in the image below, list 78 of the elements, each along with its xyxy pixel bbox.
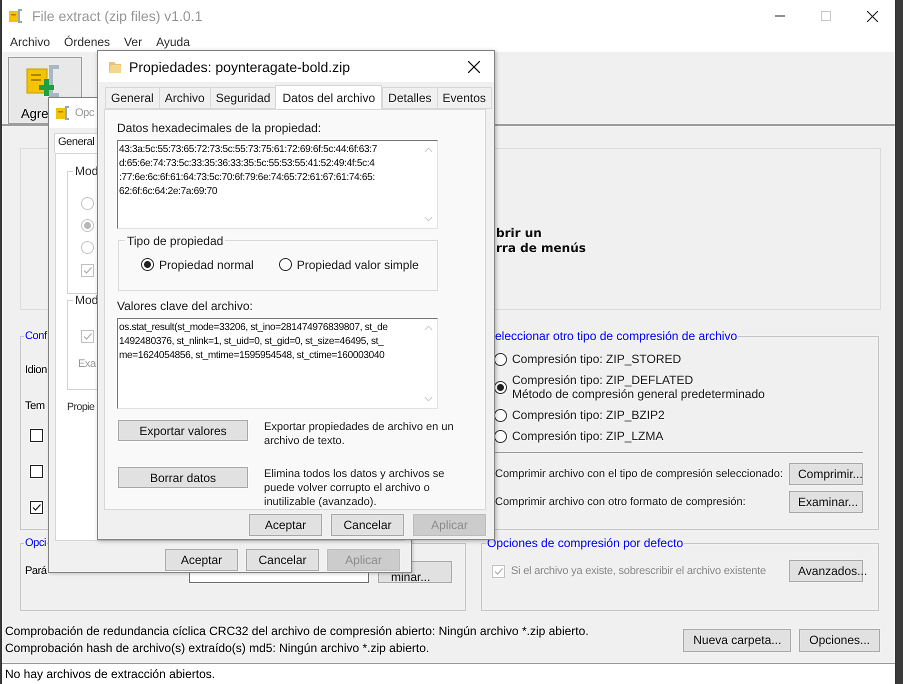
group-title: Opci xyxy=(24,536,48,550)
tab[interactable]: Detalles xyxy=(382,87,437,109)
action-description: Exportar propiedades de archivo en un archivo de texto. xyxy=(264,420,454,448)
status-bar: No hay archivos de extracción abiertos. xyxy=(2,663,895,684)
option-label: Compresión tipo: ZIP_STORED xyxy=(512,352,682,366)
dialog-title: Propiedades: poynteragate-bold.zip xyxy=(129,58,350,74)
menu-item[interactable]: Ver xyxy=(117,35,150,49)
radio-button[interactable] xyxy=(494,380,507,394)
action-button[interactable]: Exportar valores xyxy=(118,420,248,441)
action-label: Comprimir archivo con otro formato de compresión: xyxy=(495,496,746,508)
dialog-button[interactable]: Aceptar xyxy=(249,514,322,536)
menu-item[interactable]: Órdenes xyxy=(57,35,118,49)
text-line: 62:6f:6c:64:2e:7a:69:70 xyxy=(119,185,218,199)
group-title: Conf xyxy=(24,329,48,343)
group-title: eleccionar otro tipo de compresión de archivo xyxy=(494,329,738,343)
setting-label: Idion xyxy=(25,364,47,376)
chevron-down-icon xyxy=(424,396,433,402)
menu-item[interactable]: Archivo xyxy=(3,35,58,49)
footer-button[interactable]: Nueva carpeta... xyxy=(683,628,792,652)
radio-button[interactable] xyxy=(494,430,507,442)
checkbox[interactable] xyxy=(30,429,43,442)
tab[interactable]: General xyxy=(105,87,159,109)
tab[interactable]: Datos del archivo xyxy=(275,85,382,110)
values-box[interactable]: os.stat_result(st_mode=33206, st_ino=281474976839807, st_de 1492480376, st_nlink=1, st_uid=0, st_gid=0, st_size=46495, st_ me=1624054856, st_mtime=1595954548, st_ctime=160003040 xyxy=(117,318,438,409)
tab[interactable]: Seguridad xyxy=(210,87,276,109)
radio-button[interactable] xyxy=(141,258,154,272)
option-label: Compresión tipo: ZIP_LZMA xyxy=(512,429,664,443)
checkbox[interactable] xyxy=(30,465,43,478)
chevron-up-icon xyxy=(424,325,433,332)
checksum-text: Comprobación de redundancia cíclica CRC32 del archivo de compresión abierto: Ningún archivo *.zip abierto. xyxy=(5,623,589,640)
action-description: Elimina todos los datos y archivos se puede volver corrupto el archivo o inutilizable (avanzado). xyxy=(264,467,446,509)
action-button[interactable]: Borrar datos xyxy=(118,467,248,488)
chevron-up-icon xyxy=(424,147,433,153)
group-title: Opciones de compresión por defecto xyxy=(486,536,684,550)
action-label: Comprimir archivo con el tipo de compresión seleccionado: xyxy=(495,468,783,480)
text-line: d:65:6e:74:73:5c:33:35:36:33:35:5c:55:53:55:41:52:49:4f:5c:4 xyxy=(119,157,376,171)
maximize-icon xyxy=(821,11,831,21)
text-line: 43:3a:5c:55:73:65:72:73:5c:55:73:75:61:72:69:6f:5c:44:6f:63:7 xyxy=(119,143,378,157)
text-line: :77:6e:6c:6f:61:64:73:5c:70:6f:79:6e:74:65:72:61:67:61:74:65: xyxy=(119,171,376,185)
option-label: Exa xyxy=(78,358,96,370)
option-label: Propiedad normal xyxy=(159,258,254,272)
footer-button[interactable]: Opciones... xyxy=(799,628,880,652)
text-line: os.stat_result(st_mode=33206, st_ino=281474976839807, st_de xyxy=(119,321,389,336)
close-icon xyxy=(468,60,480,72)
radio-button[interactable] xyxy=(494,408,507,422)
text-line: me=1624054856, st_mtime=1595954548, st_ctime=160003040 xyxy=(119,349,386,364)
option-label: Propiedad valor simple xyxy=(296,258,419,272)
checkbox[interactable] xyxy=(30,501,43,514)
radio-button[interactable] xyxy=(278,258,292,272)
group-title: Tipo de propiedad xyxy=(126,234,224,248)
option-label: Pará xyxy=(25,565,48,577)
text-line: 1492480376, st_nlink=1, st_uid=0, st_gid=0, st_size=46495, st_ xyxy=(119,335,385,350)
app-icon xyxy=(55,105,71,121)
checksum-text: Comprobación hash de archivo(s) extraído(s) md5: Ningún archivo *.zip abierto. xyxy=(5,640,430,657)
tab[interactable]: Eventos xyxy=(436,87,492,109)
close-icon xyxy=(866,10,878,22)
field-label: Valores clave del archivo: xyxy=(117,299,254,314)
dialog-button[interactable]: Cancelar xyxy=(246,549,319,571)
action-button[interactable]: Comprimir... xyxy=(789,463,863,485)
checkbox-label: Si el archivo ya existe, sobrescribir el archivo existente xyxy=(511,565,767,577)
dialog-button[interactable]: Cancelar xyxy=(331,514,404,536)
dialog-button[interactable]: Aceptar xyxy=(165,549,238,571)
chevron-down-icon xyxy=(424,216,433,222)
action-button[interactable]: Examinar... xyxy=(789,491,863,513)
field-label: Datos hexadecimales de la propiedad: xyxy=(117,121,322,135)
hex-data-box[interactable] xyxy=(117,140,438,229)
radio-button[interactable] xyxy=(494,352,507,366)
info-text: brir un xyxy=(496,226,543,241)
option-label: Compresión tipo: ZIP_BZIP2 xyxy=(512,408,665,422)
window-title: File extract (zip files) v1.0.1 xyxy=(32,8,202,24)
option-note: Método de compresión general predeterminado xyxy=(512,387,765,401)
menu-item[interactable]: Ayuda xyxy=(149,35,197,49)
tab[interactable]: Archivo xyxy=(158,87,210,109)
info-text: rra de menús xyxy=(496,241,586,256)
option-label: Compresión tipo: ZIP_DEFLATED xyxy=(512,373,694,387)
option-label: Propie xyxy=(67,401,94,413)
app-icon xyxy=(8,8,24,24)
setting-label: Tem xyxy=(25,400,45,412)
